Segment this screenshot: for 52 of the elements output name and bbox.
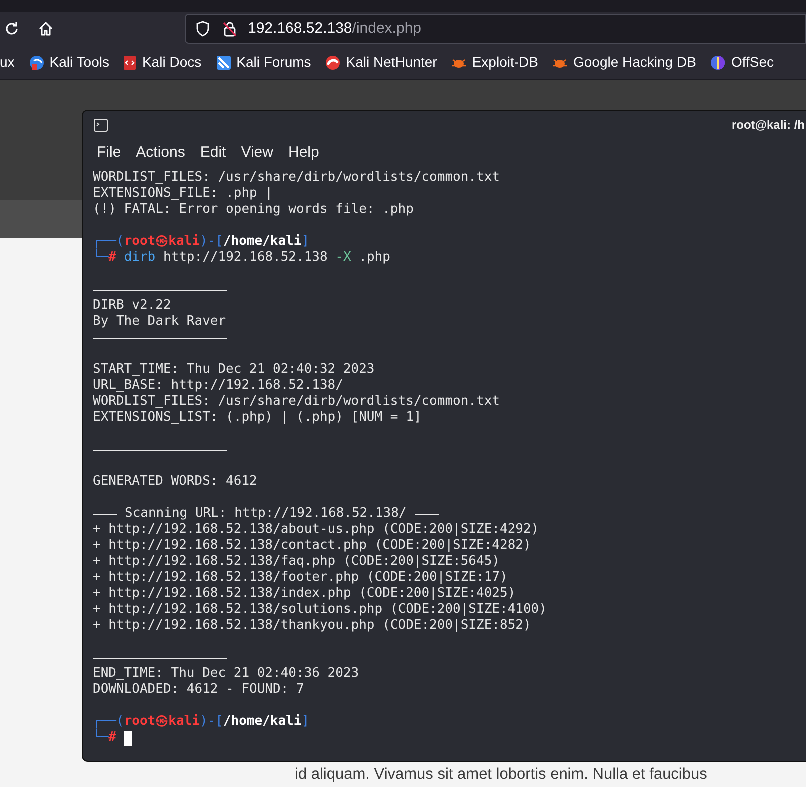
terminal-icon — [94, 118, 108, 132]
bookmark[interactable]: ux — [0, 52, 15, 73]
menu-item[interactable]: Actions — [136, 142, 186, 164]
bookmark[interactable]: Kali NetHunter — [325, 52, 438, 73]
book-icon — [123, 54, 138, 70]
reload-icon[interactable] — [4, 21, 20, 37]
prompt-line: └─# — [93, 730, 116, 746]
terminal-line: + http://192.168.52.138/faq.php (CODE:200|SIZE:5645) — [93, 554, 500, 569]
bookmark[interactable]: OffSec — [710, 52, 774, 73]
menu-item[interactable]: File — [97, 142, 122, 164]
bookmark[interactable]: Kali Tools — [28, 52, 110, 73]
menu-item[interactable]: Help — [288, 142, 320, 164]
window-title: root@kali: /h — [732, 117, 805, 134]
terminal-line: EXTENSIONS_FILE: .php | — [93, 186, 274, 201]
terminal-line: + http://192.168.52.138/thankyou.php (CODE:200|SIZE:852) — [93, 618, 532, 633]
circle-icon — [325, 54, 342, 70]
terminal-line: + http://192.168.52.138/footer.php (CODE:200|SIZE:17) — [93, 570, 508, 585]
url-text: 192.168.52.138/index.php — [248, 18, 422, 39]
bookmark[interactable]: Exploit-DB — [451, 52, 538, 73]
bookmark[interactable]: Kali Forums — [216, 52, 312, 73]
terminal-line: EXTENSIONS_LIST: (.php) | (.php) [NUM = 1] — [93, 410, 422, 425]
terminal-line: GENERATED WORDS: 4612 — [93, 474, 258, 489]
terminal-line: By The Dark Raver — [93, 314, 226, 329]
paragraph-line: id aliquam. Vivamus sit amet lobortis enim. Nulla et faucibus — [295, 765, 708, 784]
terminal-line: DIRB v2.22 — [93, 298, 172, 313]
terminal-line: + http://192.168.52.138/index.php (CODE:200|SIZE:4025) — [93, 586, 516, 601]
command-line: └─# dirb http://192.168.52.138 -X .php — [93, 250, 390, 265]
terminal-line: START_TIME: Thu Dec 21 02:40:32 2023 — [93, 362, 375, 377]
terminal-line: + http://192.168.52.138/solutions.php (CODE:200|SIZE:4100) — [93, 602, 547, 617]
insecure-lock-icon[interactable] — [222, 21, 238, 37]
circle-icon — [710, 54, 726, 70]
terminal-line: END_TIME: Thu Dec 21 02:40:36 2023 — [93, 666, 360, 681]
terminal-line: WORDLIST_FILES: /usr/share/dirb/wordlists/common.txt — [93, 170, 500, 185]
terminal-line: URL_BASE: http://192.168.52.138/ — [93, 378, 344, 393]
prompt-line: ┌──(root㉿kali)-[/home/kali] — [93, 714, 310, 729]
prompt-line: ┌──(root㉿kali)-[/home/kali] — [93, 234, 310, 249]
home-icon[interactable] — [38, 21, 54, 37]
terminal-line: Scanning URL: http://192.168.52.138/ — [125, 506, 407, 522]
menu-item[interactable]: View — [241, 142, 274, 164]
terminal-line: + http://192.168.52.138/about-us.php (CODE:200|SIZE:4292) — [93, 522, 540, 537]
address-bar[interactable]: 192.168.52.138/index.php — [185, 14, 806, 44]
bookmark[interactable]: Kali Docs — [123, 52, 202, 73]
circle-icon — [28, 54, 45, 70]
menu-item[interactable]: Edit — [200, 142, 226, 164]
square-icon — [216, 54, 232, 70]
shield-icon[interactable] — [196, 21, 210, 37]
terminal-line: + http://192.168.52.138/contact.php (CODE:200|SIZE:4282) — [93, 538, 532, 553]
terminal-line: DOWNLOADED: 4612 - FOUND: 7 — [93, 682, 304, 697]
text-cursor — [124, 730, 132, 746]
terminal-line: (!) FATAL: Error opening words file: .php — [93, 202, 414, 217]
terminal-line: WORDLIST_FILES: /usr/share/dirb/wordlists/common.txt — [93, 394, 500, 409]
bookmark[interactable]: Google Hacking DB — [552, 52, 696, 73]
